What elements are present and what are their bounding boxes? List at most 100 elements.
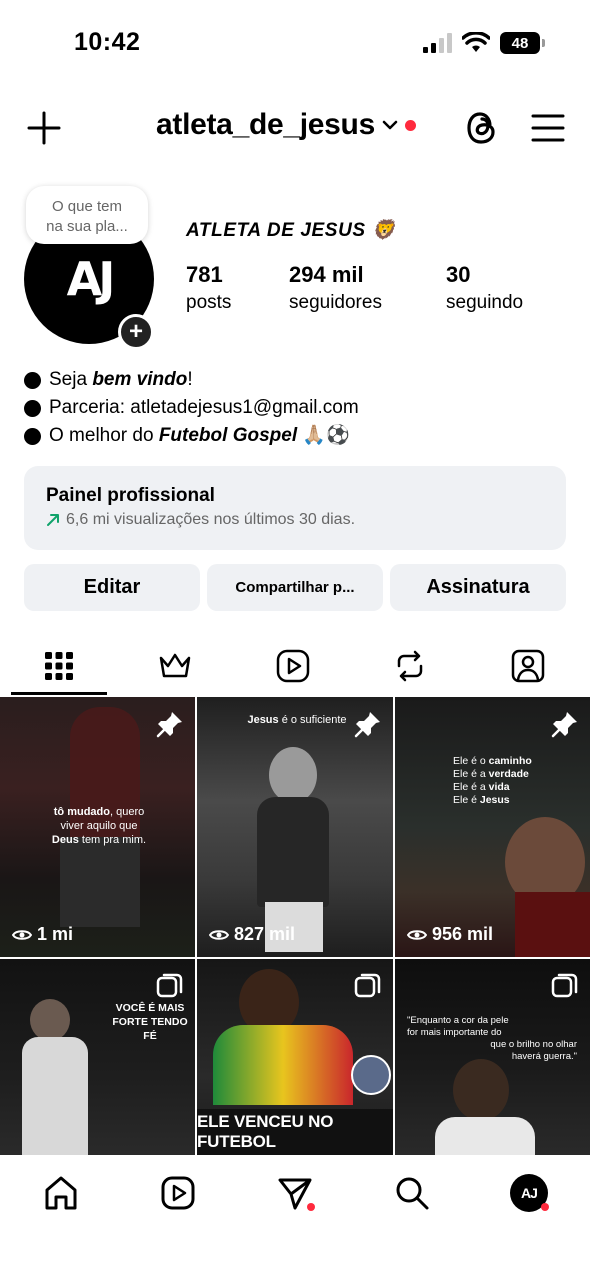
eye-icon [209, 929, 229, 940]
threads-icon[interactable] [464, 108, 500, 148]
edit-profile-button[interactable]: Editar [24, 564, 200, 611]
grid-icon [45, 652, 73, 680]
plus-icon[interactable] [24, 108, 64, 148]
pro-title: Painel profissional [46, 485, 215, 506]
bullet-icon [24, 427, 41, 445]
pin-icon [354, 712, 380, 738]
bio-line-1: Seja bem vindo ! [24, 366, 359, 394]
note-bubble[interactable]: O que tem na sua pla... [26, 186, 148, 244]
post-tile[interactable]: tô mudado, quero viver aquilo que Deus t… [0, 697, 195, 957]
profile-header: atleta_de_jesus [0, 100, 590, 156]
bio-bold: bem vindo [92, 369, 188, 390]
stat-label: posts [186, 292, 232, 313]
post-banner: ELE VENCEU NO FUTEBOL [197, 1109, 393, 1155]
menu-icon[interactable] [530, 110, 566, 146]
post-caption: tô mudado, quero viver aquilo que Deus t… [51, 806, 147, 846]
stat-followers[interactable]: 294 mil seguidores [289, 262, 382, 314]
stat-posts[interactable]: 781 posts [186, 262, 231, 314]
tab-grid[interactable] [11, 640, 107, 692]
notification-dot [307, 1203, 315, 1211]
bio-line-3: O melhor do Futebol Gospel 🙏🏼⚽ [24, 422, 359, 450]
tab-subscriptions[interactable] [127, 640, 223, 692]
subscription-button[interactable]: Assinatura [390, 564, 566, 611]
post-image [60, 837, 140, 927]
pro-subtitle-text: 6,6 mi visualizações nos últimos 30 dias… [66, 511, 356, 528]
bio-email[interactable]: Parceria: atletadejesus1@gmail.com [49, 394, 359, 422]
stat-following[interactable]: 30 seguindo [446, 262, 523, 314]
active-tab-indicator [11, 692, 107, 695]
home-icon [45, 1176, 77, 1210]
profile-tabs [0, 640, 590, 696]
post-image [22, 1037, 88, 1155]
wifi-icon [462, 32, 490, 52]
view-count-text: 827 mil [234, 924, 296, 944]
eye-icon [12, 929, 32, 940]
avatar-monogram: AJ [66, 252, 116, 306]
view-count-text: 1 mi [37, 924, 74, 944]
post-image [269, 747, 317, 803]
status-icons: 48 [422, 32, 545, 54]
nav-search[interactable] [390, 1171, 434, 1215]
bullet-icon [24, 371, 41, 389]
banner-text: ELE VENCEU NO FUTEBOL [197, 1112, 334, 1151]
stat-value: 781 [186, 262, 223, 287]
bio-bold: Futebol Gospel [158, 425, 298, 446]
chevron-down-icon [382, 120, 398, 130]
nav-direct[interactable] [273, 1171, 317, 1215]
crown-icon [159, 653, 191, 678]
carousel-icon [156, 973, 183, 998]
bio: Seja bem vindo ! Parceria: atletadejesus… [24, 366, 359, 450]
display-name: ATLETA DE JESUS 🦁 [186, 220, 396, 241]
battery-indicator: 48 [500, 32, 545, 54]
pin-icon [156, 712, 182, 738]
tab-tagged[interactable] [480, 640, 576, 692]
post-tile[interactable]: Jesus é o suficiente 827 mil [197, 697, 393, 957]
post-caption: Ele é o caminho Ele é a verdade Ele é a … [453, 755, 532, 806]
professional-dashboard[interactable]: Painel profissional 6,6 mi visualizações… [24, 466, 566, 550]
bio-text: ! [187, 369, 193, 390]
bullet-icon [24, 399, 41, 417]
pro-subtitle: 6,6 mi visualizações nos últimos 30 dias… [46, 511, 544, 529]
account-switcher[interactable]: atleta_de_jesus [156, 108, 416, 142]
post-image [213, 1025, 353, 1105]
stat-value: 294 mil [289, 262, 364, 287]
add-story-button[interactable]: + [118, 314, 154, 350]
nav-home[interactable] [39, 1171, 83, 1215]
post-image [435, 1117, 535, 1155]
post-tile[interactable]: VOCÊ É MAIS FORTE TENDO FÉ [0, 959, 195, 1155]
view-count: 1 mi [12, 924, 73, 945]
carousel-icon [354, 973, 381, 998]
notification-dot [541, 1203, 549, 1211]
nav-reels[interactable] [156, 1171, 200, 1215]
post-image [30, 999, 70, 1041]
tab-reels[interactable] [245, 640, 341, 692]
post-image [257, 797, 329, 907]
reels-icon [161, 1176, 195, 1210]
stat-label: seguidores [289, 292, 382, 313]
bio-text: 🙏🏼⚽ [297, 425, 350, 446]
bio-text: Seja [49, 369, 93, 390]
bottom-nav: AJ [0, 1155, 590, 1280]
post-tile[interactable]: Ele é o caminho Ele é a verdade Ele é a … [395, 697, 590, 957]
search-icon [396, 1177, 429, 1210]
tagged-icon [511, 649, 545, 683]
post-caption: VOCÊ É MAIS FORTE TENDO FÉ [112, 1002, 188, 1042]
stat-label: seguindo [446, 292, 524, 313]
bio-text: O melhor do [49, 425, 159, 446]
tab-reposts[interactable] [362, 640, 458, 692]
post-tile[interactable]: "Enquanto a cor da pele for mais importa… [395, 959, 590, 1155]
share-profile-button[interactable]: Compartilhar p... [207, 564, 383, 611]
carousel-icon [551, 973, 578, 998]
nav-profile[interactable]: AJ [507, 1171, 551, 1215]
post-image [515, 892, 590, 957]
bio-line-2: Parceria: atletadejesus1@gmail.com [24, 394, 359, 422]
view-count-text: 956 mil [432, 924, 494, 944]
post-caption: Jesus é o suficiente [247, 714, 347, 726]
trend-up-icon [47, 514, 59, 526]
reposts-icon [397, 650, 423, 682]
signal-icon [423, 33, 452, 53]
pin-icon [551, 712, 577, 738]
post-tile[interactable]: ELE VENCEU NO FUTEBOL [197, 959, 393, 1155]
stat-value: 30 [446, 262, 471, 287]
view-count: 827 mil [209, 924, 295, 945]
